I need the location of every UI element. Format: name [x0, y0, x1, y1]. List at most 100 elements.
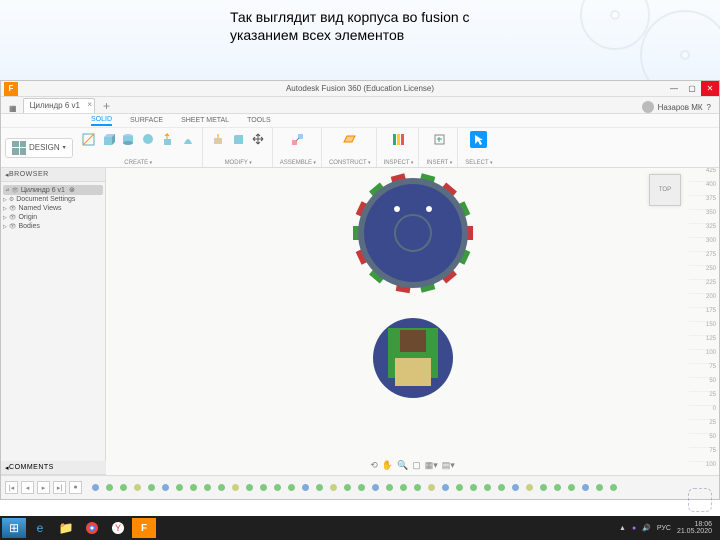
timeline-feature[interactable] — [103, 482, 115, 494]
timeline-feature[interactable] — [229, 482, 241, 494]
orbit-icon[interactable]: ⟲ — [370, 460, 378, 471]
model-bottom-body[interactable] — [373, 318, 453, 398]
timeline-feature[interactable] — [313, 482, 325, 494]
assemble-icon[interactable] — [289, 131, 306, 148]
minimize-button[interactable]: — — [665, 81, 683, 96]
revolve-icon[interactable] — [180, 131, 197, 148]
tab-tools[interactable]: TOOLS — [247, 117, 271, 124]
sphere-icon[interactable] — [140, 131, 157, 148]
timeline-feature[interactable] — [481, 482, 493, 494]
tray-cloud-icon[interactable]: ● — [632, 525, 636, 532]
timeline-feature[interactable] — [285, 482, 297, 494]
viewport[interactable]: TOP 425400375350325300275250225200175150… — [106, 168, 719, 475]
group-label[interactable]: CONSTRUCT — [329, 160, 371, 167]
timeline-feature[interactable] — [145, 482, 157, 494]
timeline-feature[interactable] — [495, 482, 507, 494]
timeline-feature[interactable] — [467, 482, 479, 494]
tab-surface[interactable]: SURFACE — [130, 117, 163, 124]
group-label[interactable]: INSERT — [426, 160, 452, 167]
timeline-feature[interactable] — [187, 482, 199, 494]
taskbar-ie[interactable]: e — [28, 518, 52, 538]
viewcube[interactable]: TOP — [649, 174, 681, 206]
maximize-button[interactable]: ▢ — [683, 81, 701, 96]
tree-item[interactable]: ▷⚙Document Settings — [3, 195, 103, 204]
system-tray[interactable]: ▲ ● 🔊 РУС 18:06 21.05.2020 — [619, 521, 718, 535]
timeline-feature[interactable] — [355, 482, 367, 494]
taskbar-chrome[interactable] — [80, 518, 104, 538]
start-button[interactable]: ⊞ — [2, 518, 26, 538]
tree-root[interactable]: ⊿👁Цилиндр 6 v1⊚ — [3, 185, 103, 195]
tab-solid[interactable]: SOLID — [91, 116, 112, 126]
group-label[interactable]: MODIFY — [225, 160, 252, 167]
group-label[interactable]: SELECT — [465, 160, 492, 167]
browser-header[interactable]: BROWSER — [1, 168, 105, 182]
timeline-feature[interactable] — [299, 482, 311, 494]
timeline-feature[interactable] — [159, 482, 171, 494]
new-tab-button[interactable]: + — [101, 99, 112, 113]
timeline-feature[interactable] — [369, 482, 381, 494]
fit-icon[interactable]: ▢ — [412, 460, 421, 471]
timeline-feature[interactable] — [453, 482, 465, 494]
taskbar-explorer[interactable]: 📁 — [54, 518, 78, 538]
group-label[interactable]: ASSEMBLE — [280, 160, 316, 167]
help-icon[interactable]: ? — [707, 103, 711, 112]
timeline-feature[interactable] — [565, 482, 577, 494]
timeline-feature[interactable] — [523, 482, 535, 494]
timeline-feature[interactable] — [537, 482, 549, 494]
box-icon[interactable] — [100, 131, 117, 148]
tree-item[interactable]: ▷👁Named Views — [3, 204, 103, 213]
tab-sheetmetal[interactable]: SHEET METAL — [181, 117, 229, 124]
timeline-feature[interactable] — [173, 482, 185, 494]
tray-lang[interactable]: РУС — [657, 525, 671, 532]
timeline-feature[interactable] — [271, 482, 283, 494]
timeline-feature[interactable] — [215, 482, 227, 494]
timeline-feature[interactable] — [257, 482, 269, 494]
timeline-feature[interactable] — [327, 482, 339, 494]
extrude-icon[interactable] — [160, 131, 177, 148]
timeline-feature[interactable] — [579, 482, 591, 494]
timeline-play[interactable]: ▸ — [37, 481, 50, 494]
timeline-feature[interactable] — [341, 482, 353, 494]
timeline-feature[interactable] — [411, 482, 423, 494]
user-menu[interactable]: Назаров МК ? — [642, 101, 711, 113]
timeline-fwd[interactable]: ▸| — [53, 481, 66, 494]
pan-icon[interactable]: ✋ — [382, 460, 393, 471]
close-button[interactable]: ✕ — [701, 81, 719, 96]
timeline-feature[interactable] — [425, 482, 437, 494]
select-icon[interactable] — [470, 131, 487, 148]
fillet-icon[interactable] — [230, 131, 247, 148]
tree-item[interactable]: ▷👁Bodies — [3, 222, 103, 231]
group-label[interactable]: CREATE — [124, 160, 152, 167]
cylinder-icon[interactable] — [120, 131, 137, 148]
move-icon[interactable] — [250, 131, 267, 148]
workspace-switcher[interactable]: DESIGN▾ — [5, 138, 73, 158]
tray-icon[interactable]: ▲ — [619, 525, 626, 532]
timeline-start[interactable]: |◂ — [5, 481, 18, 494]
timeline-feature[interactable] — [243, 482, 255, 494]
group-label[interactable]: INSPECT — [384, 160, 414, 167]
insert-icon[interactable] — [431, 131, 448, 148]
grid-icon[interactable]: ▤▾ — [442, 460, 455, 471]
timeline-back[interactable]: ◂ — [21, 481, 34, 494]
timeline-feature[interactable] — [439, 482, 451, 494]
taskbar-fusion[interactable]: F — [132, 518, 156, 538]
plane-icon[interactable] — [341, 131, 358, 148]
timeline-feature[interactable] — [397, 482, 409, 494]
zoom-icon[interactable]: 🔍 — [397, 460, 408, 471]
timeline-feature[interactable] — [89, 482, 101, 494]
document-tab[interactable]: Цилиндр 6 v1 — [23, 98, 95, 113]
comments-header[interactable]: COMMENTS — [1, 461, 106, 475]
taskbar-yandex[interactable]: Y — [106, 518, 130, 538]
timeline-feature[interactable] — [551, 482, 563, 494]
timeline-feature[interactable] — [117, 482, 129, 494]
data-panel-icon[interactable]: ▦ — [9, 104, 17, 113]
model-top-body[interactable] — [358, 178, 468, 288]
timeline-feature[interactable] — [509, 482, 521, 494]
presspull-icon[interactable] — [210, 131, 227, 148]
timeline-feature[interactable] — [201, 482, 213, 494]
timeline-feature[interactable] — [607, 482, 619, 494]
tray-clock[interactable]: 18:06 21.05.2020 — [677, 521, 712, 535]
tray-volume-icon[interactable]: 🔊 — [642, 524, 651, 532]
timeline-feature[interactable] — [593, 482, 605, 494]
timeline-feature[interactable] — [131, 482, 143, 494]
